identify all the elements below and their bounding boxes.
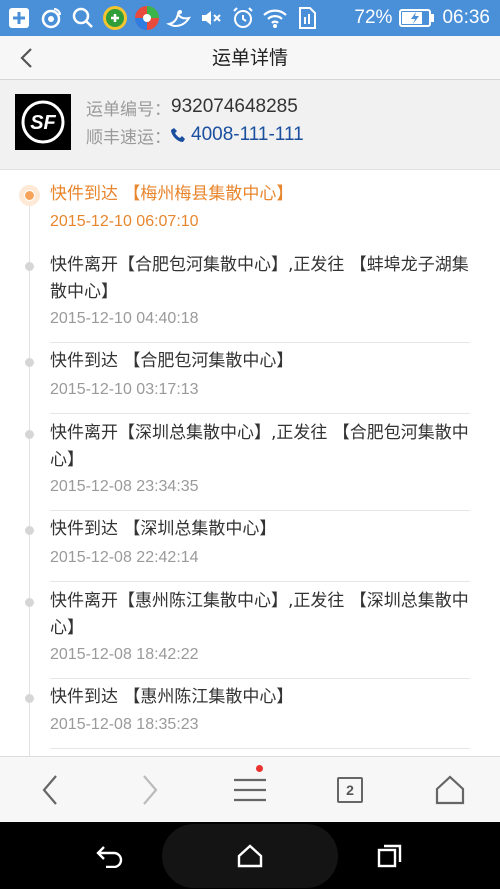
recents-icon [377, 844, 402, 867]
tracking-timeline: 快件到达 【梅州梅县集散中心】 2015-12-10 06:07:10 快件离开… [0, 171, 500, 756]
divider [50, 413, 470, 414]
entry-time: 2015-12-08 23:34:35 [50, 478, 199, 495]
entry-text: 快件离开【合肥包河集散中心】,正发往 【蚌埠龙子湖集散中心】 [50, 255, 469, 302]
tabs-button[interactable]: 2 [320, 757, 380, 823]
status-dot [25, 598, 34, 607]
waybill-header: SF 运单编号： 932074648285 顺丰速运： 4008-111-111 [0, 80, 500, 170]
battery-percent: 72% [354, 7, 393, 28]
divider [50, 748, 470, 749]
system-nav-bar [0, 822, 500, 889]
waybill-number: 932074648285 [171, 96, 298, 117]
entry-time: 2015-12-10 04:40:18 [50, 310, 199, 327]
chevron-left-icon [42, 775, 57, 805]
browser-back-button[interactable] [20, 757, 80, 823]
browser-toolbar: 2 [0, 756, 500, 822]
divider [50, 678, 470, 679]
divider [50, 510, 470, 511]
sf-express-logo: SF [15, 94, 71, 150]
notification-dot [256, 765, 263, 772]
weibo-icon [38, 5, 64, 31]
entry-time: 2015-12-08 18:35:23 [50, 716, 199, 733]
status-dot [25, 694, 34, 703]
search-icon [70, 5, 96, 31]
system-home-button[interactable] [215, 822, 285, 889]
status-right: 72% 06:36 [354, 4, 490, 32]
divider [50, 581, 470, 582]
chevron-left-icon [20, 48, 32, 68]
waybill-number-row: 运单编号： 932074648285 [86, 94, 298, 120]
phone-link[interactable]: 4008-111-111 [171, 124, 304, 146]
divider [50, 342, 470, 343]
menu-button[interactable] [220, 757, 280, 823]
page-title: 运单详情 [211, 47, 288, 69]
carrier-label: 顺丰速运： [86, 127, 171, 148]
notification-icons [6, 4, 320, 32]
bird-icon [166, 5, 192, 31]
home-icon [435, 775, 465, 805]
wifi-icon [262, 5, 288, 31]
phone-icon [171, 128, 185, 142]
status-bar: 72% 06:36 [0, 0, 500, 36]
entry-text: 快件离开【惠州陈江集散中心】,正发往 【深圳总集散中心】 [50, 591, 469, 638]
system-back-button[interactable] [75, 822, 145, 889]
phone-number: 4008-111-111 [191, 124, 304, 145]
add-box-icon [6, 5, 32, 31]
entry-text: 快件离开【深圳总集散中心】,正发往 【合肥包河集散中心】 [50, 423, 469, 470]
browser-forward-button[interactable] [120, 757, 180, 823]
entry-text: 快件到达 【梅州梅县集散中心】 [50, 184, 294, 204]
browser-icon [134, 5, 160, 31]
status-dot [25, 430, 34, 439]
entry-text: 快件到达 【惠州陈江集散中心】 [50, 687, 294, 707]
battery-icon [398, 5, 436, 31]
back-button[interactable] [10, 40, 42, 76]
sim-icon [294, 5, 320, 31]
menu-icon [234, 778, 266, 802]
entry-time: 2015-12-10 03:17:13 [50, 381, 199, 398]
status-dot [25, 526, 34, 535]
carrier-row: 顺丰速运： 4008-111-111 [86, 122, 304, 148]
entry-time: 2015-12-08 18:42:22 [50, 646, 199, 663]
entry-time: 2015-12-08 22:42:14 [50, 549, 199, 566]
entry-text: 快件到达 【深圳总集散中心】 [50, 519, 277, 539]
timeline-line [29, 195, 30, 756]
home-icon [237, 843, 263, 867]
svg-text:SF: SF [30, 112, 56, 134]
waybill-label: 运单编号： [86, 99, 171, 120]
status-dot [25, 262, 34, 271]
browser-home-button[interactable] [420, 757, 480, 823]
entry-time: 2015-12-10 06:07:10 [50, 213, 199, 230]
title-bar: 运单详情 [0, 36, 500, 80]
clock: 06:36 [442, 7, 490, 28]
chevron-right-icon [143, 775, 158, 805]
system-recents-button[interactable] [355, 822, 425, 889]
shopping-icon [102, 5, 128, 31]
back-arrow-icon [96, 845, 123, 868]
mute-icon [198, 5, 224, 31]
current-status-dot [19, 185, 40, 206]
status-dot [25, 358, 34, 367]
tab-count: 2 [337, 777, 363, 803]
alarm-icon [230, 5, 256, 31]
entry-text: 快件到达 【合肥包河集散中心】 [50, 351, 294, 371]
